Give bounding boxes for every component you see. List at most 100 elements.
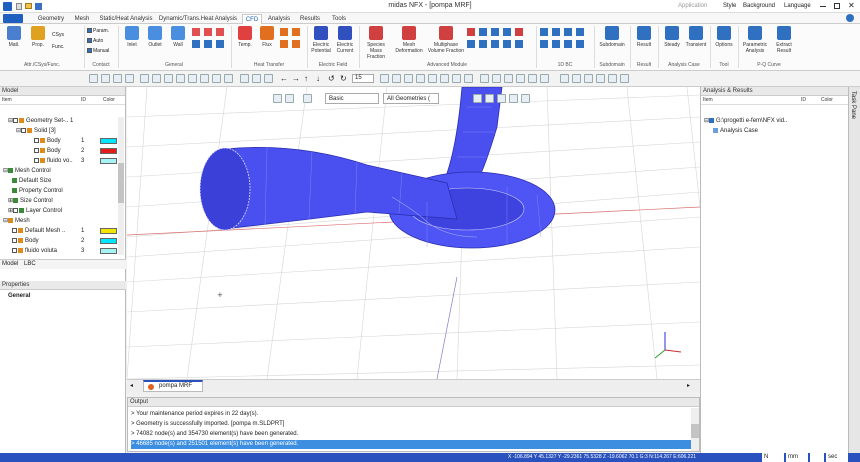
slip-icon[interactable] bbox=[192, 40, 200, 48]
measure-icon[interactable] bbox=[480, 74, 489, 83]
select-icon[interactable] bbox=[252, 74, 261, 83]
tab-static-heat-analysis[interactable]: Static/Heat Analysis bbox=[95, 14, 157, 24]
file-menu-button[interactable] bbox=[3, 14, 23, 23]
tree-row-mesh-body[interactable]: Body 2 bbox=[12, 237, 124, 246]
viewport-render-icon[interactable] bbox=[509, 94, 518, 103]
species-mass-fraction-button[interactable]: Species Mass Fraction bbox=[361, 26, 391, 60]
tree-row-project-path[interactable]: ⊟ G:\progetti e-fem\NFX vid.. bbox=[704, 117, 787, 126]
pump-icon[interactable] bbox=[552, 28, 560, 36]
csys-button[interactable]: CSys bbox=[52, 32, 82, 40]
display-mode-select[interactable]: Basic bbox=[325, 93, 379, 104]
viewport-palette-icon[interactable] bbox=[521, 94, 530, 103]
tree-row-default-mesh[interactable]: Default Mesh .. 1 bbox=[12, 227, 124, 236]
table-icon[interactable] bbox=[596, 74, 605, 83]
viewport-grid-icon[interactable] bbox=[497, 94, 506, 103]
tab-mesh[interactable]: Mesh bbox=[70, 14, 94, 24]
velocity-icon[interactable] bbox=[192, 28, 200, 36]
filter-icon[interactable] bbox=[584, 74, 593, 83]
color-swatch[interactable] bbox=[100, 138, 117, 144]
cavitation-icon[interactable] bbox=[479, 40, 487, 48]
task-pane-tab[interactable]: Task Pane bbox=[848, 87, 860, 457]
steady-button[interactable]: Steady bbox=[660, 26, 684, 60]
color-swatch[interactable] bbox=[100, 238, 117, 244]
tree-row-default-size[interactable]: Default Size bbox=[12, 177, 51, 186]
bend-icon[interactable] bbox=[564, 40, 572, 48]
tree-row-analysis-case[interactable]: Analysis Case bbox=[713, 127, 758, 136]
view-bottom-icon[interactable] bbox=[224, 74, 233, 83]
free-surface-icon[interactable] bbox=[503, 40, 511, 48]
auto-button[interactable]: Auto bbox=[87, 38, 117, 46]
tree-row-fluido-voluta[interactable]: fluido voluta 3 bbox=[12, 247, 124, 256]
tab-cfd[interactable]: CFD bbox=[242, 14, 262, 24]
function-button[interactable]: Func. bbox=[52, 44, 82, 52]
zoom-in-icon[interactable] bbox=[113, 74, 122, 83]
multiphase-button[interactable]: Multiphase Volume Fraction bbox=[427, 26, 465, 60]
orifice-icon[interactable] bbox=[552, 40, 560, 48]
language-menu[interactable]: Language bbox=[784, 3, 811, 9]
background-menu[interactable]: Background bbox=[743, 3, 775, 9]
particle-icon[interactable] bbox=[515, 28, 523, 36]
nozzle-icon[interactable] bbox=[576, 40, 584, 48]
coordinate-icon[interactable] bbox=[492, 74, 501, 83]
options-button[interactable]: Options bbox=[712, 26, 736, 60]
param-button[interactable]: Param. bbox=[87, 28, 117, 36]
inlet-button[interactable]: Inlet bbox=[120, 26, 144, 60]
help-icon[interactable] bbox=[846, 14, 854, 22]
show-icon[interactable] bbox=[380, 74, 389, 83]
tab-analysis[interactable]: Analysis bbox=[265, 14, 293, 24]
zoom-window-icon[interactable] bbox=[101, 74, 110, 83]
rotating-icon[interactable] bbox=[491, 28, 499, 36]
material-button[interactable]: Matl. bbox=[2, 26, 26, 60]
tree-row-mesh[interactable]: ⊟ Mesh bbox=[3, 217, 30, 226]
periodic-icon[interactable] bbox=[216, 40, 224, 48]
valve-icon[interactable] bbox=[564, 28, 572, 36]
interface-icon[interactable] bbox=[515, 40, 523, 48]
tab-scroll-right-icon[interactable]: ▸ bbox=[687, 382, 690, 389]
hide-icon[interactable] bbox=[392, 74, 401, 83]
view-top-icon[interactable] bbox=[176, 74, 185, 83]
rotation-angle-field[interactable]: 15 bbox=[352, 74, 374, 83]
info-icon[interactable] bbox=[504, 74, 513, 83]
radiation-icon[interactable] bbox=[292, 28, 300, 36]
color-swatch[interactable] bbox=[100, 148, 117, 154]
rotate-right-icon[interactable]: ↻ bbox=[340, 74, 347, 83]
turbulence-icon[interactable] bbox=[491, 40, 499, 48]
manual-button[interactable]: Manual bbox=[87, 48, 117, 56]
output-scrollbar[interactable] bbox=[691, 408, 699, 451]
arrow-up-icon[interactable]: ↑ bbox=[304, 74, 308, 83]
document-tab-pompa[interactable]: pompa MRF bbox=[143, 380, 203, 392]
tree-row-property-control[interactable]: Property Control bbox=[12, 187, 63, 196]
minimize-icon[interactable] bbox=[820, 6, 826, 7]
viewport-light-icon[interactable] bbox=[303, 94, 312, 103]
zoom-out-icon[interactable] bbox=[125, 74, 134, 83]
report-icon[interactable] bbox=[620, 74, 629, 83]
tab-dynamic-trans-heat-analysis[interactable]: Dynamic/Trans.Heat Analysis bbox=[158, 14, 238, 24]
junction-icon[interactable] bbox=[576, 28, 584, 36]
parametric-analysis-button[interactable]: Parametric Analysis bbox=[741, 26, 769, 60]
unit-length-select[interactable]: mm bbox=[786, 453, 808, 462]
flux-button[interactable]: Flux bbox=[255, 26, 279, 60]
color-swatch[interactable] bbox=[100, 228, 117, 234]
tree-row-geometry-set[interactable]: ⊟ Geometry Set-.. 1 bbox=[8, 117, 73, 126]
clip-icon[interactable] bbox=[452, 74, 461, 83]
tree-row-body-2[interactable]: Body 2 bbox=[34, 147, 124, 156]
tab-results[interactable]: Results bbox=[296, 14, 324, 24]
heat-generation-icon[interactable] bbox=[292, 40, 300, 48]
pressure-icon[interactable] bbox=[204, 28, 212, 36]
electric-potential-button[interactable]: Electric Potential bbox=[309, 26, 333, 60]
transparency-icon[interactable] bbox=[440, 74, 449, 83]
model-view[interactable]: + bbox=[127, 87, 700, 379]
unit-temperature-select[interactable] bbox=[810, 453, 824, 462]
color-swatch[interactable] bbox=[100, 158, 117, 164]
close-icon[interactable]: ✕ bbox=[848, 1, 855, 10]
tree-row-solid[interactable]: ⊟ Solid [3] bbox=[16, 127, 56, 136]
shaded-icon[interactable] bbox=[416, 74, 425, 83]
tab-lbc[interactable]: LBC bbox=[24, 261, 36, 267]
heat-source-icon[interactable] bbox=[280, 40, 288, 48]
viewport-view-icon[interactable] bbox=[485, 94, 494, 103]
view-left-icon[interactable] bbox=[212, 74, 221, 83]
application-menu[interactable]: Application bbox=[678, 3, 707, 9]
chart-icon[interactable] bbox=[608, 74, 617, 83]
snapshot-icon[interactable] bbox=[528, 74, 537, 83]
reservoir-icon[interactable] bbox=[540, 40, 548, 48]
